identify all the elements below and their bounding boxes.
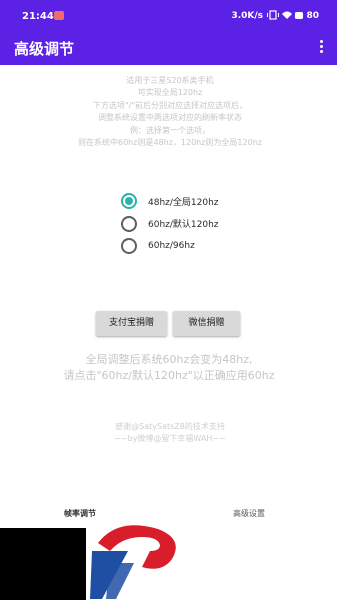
intro-line: 适用于三星S20系类手机 [126, 76, 214, 85]
option-label: 60hz/96hz [148, 241, 195, 251]
refresh-rate-options: 48hz/全局120hz 60hz/默认120hz 60hz/96hz [121, 190, 219, 258]
battery-level: 80 [306, 11, 319, 21]
radio-button[interactable] [121, 215, 137, 232]
option-label: 48hz/全局120hz [148, 197, 219, 208]
intro-line: 可实现全局120hz [137, 88, 203, 98]
wechat-donate-button[interactable]: 微信捐赠 [173, 311, 240, 336]
radio-button-checked[interactable] [121, 193, 137, 209]
instruction-note: 全局调整后系统60hz会变为48hz, 请点击"60hz/默认120hz"以正确… [30, 352, 308, 384]
credits-line: 感谢@SatySatsZ8的技术支持 [115, 422, 225, 431]
more-options-icon[interactable] [317, 38, 325, 56]
app-bar: 高级调节 [0, 30, 337, 65]
option-48-120[interactable]: 48hz/全局120hz [121, 190, 219, 212]
intro-line: 调整系统设置中两选项对应的刷新率状态 [98, 113, 242, 123]
note-line: 请点击"60hz/默认120hz"以正确应用60hz [63, 369, 275, 382]
option-label: 60hz/默认120hz [148, 220, 219, 230]
black-overlay [0, 528, 86, 600]
intro-line: 则在系统中60hz则是48hz，120hz则为全局120hz [78, 138, 262, 148]
intro-line: 下方选项"/"前后分别对应选择对应选项后， [92, 100, 248, 110]
wifi-icon [282, 11, 292, 19]
page-title: 高级调节 [14, 40, 75, 58]
battery-icon [295, 12, 303, 19]
option-60-96[interactable]: 60hz/96hz [121, 235, 219, 257]
alipay-donate-button[interactable]: 支付宝捐赠 [96, 311, 167, 336]
intro-text: 适用于三星S20系类手机 可实现全局120hz 下方选项"/"前后分别对应选择对… [20, 75, 320, 149]
vibrate-icon [267, 10, 279, 20]
credits-line: ~~by微博@留下幸福WAH~~ [114, 434, 226, 443]
nav-tab-fps[interactable]: 帧率调节 [64, 508, 96, 519]
credits: 感谢@SatySatsZ8的技术支持 ~~by微博@留下幸福WAH~~ [60, 421, 280, 445]
intro-line: 例：选择第一个选项， [130, 125, 210, 135]
radio-button[interactable] [121, 238, 137, 254]
network-speed: 3.0K/s [231, 11, 263, 21]
option-60-120[interactable]: 60hz/默认120hz [121, 213, 219, 235]
status-time: 21:44 [22, 11, 54, 22]
status-bar: 21:44 3.0K/s 80 [0, 0, 337, 30]
nav-tab-advanced[interactable]: 高级设置 [233, 508, 265, 519]
logo-watermark [90, 525, 176, 599]
notification-icon [54, 11, 64, 20]
note-line: 全局调整后系统60hz会变为48hz, [85, 353, 253, 366]
